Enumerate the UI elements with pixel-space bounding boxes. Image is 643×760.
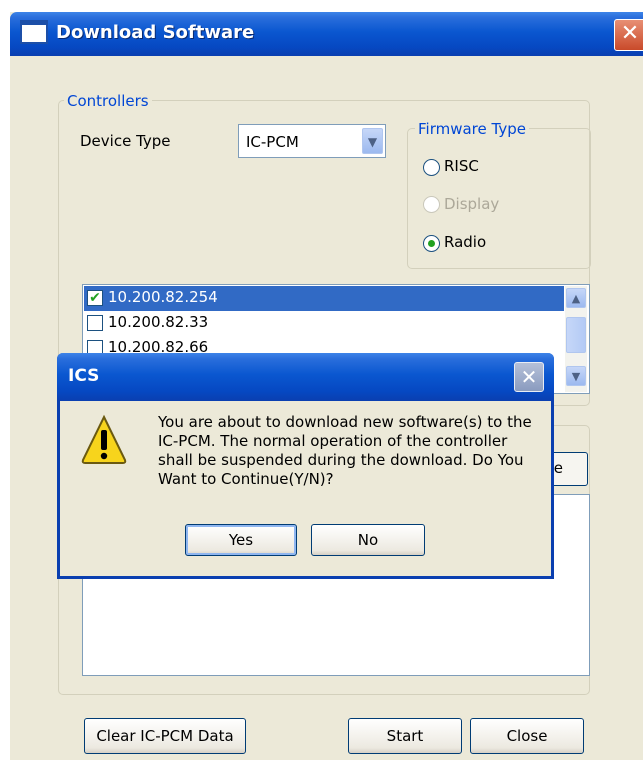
dialog-close-button[interactable]: ✕ [514,362,544,392]
radio-selected-dot [428,240,435,247]
list-item-ip: 10.200.82.33 [108,313,209,331]
scroll-up-icon[interactable]: ▲ [566,288,586,308]
list-item[interactable]: ✔ 10.200.82.254 [84,286,564,311]
chevron-down-icon[interactable]: ▼ [362,128,383,154]
scroll-down-icon[interactable]: ▼ [566,366,586,386]
yes-button[interactable]: Yes [185,524,297,556]
dialog-titlebar[interactable] [57,353,554,401]
dialog-message-line: shall be suspended during the download. … [158,451,524,469]
list-item-checkbox[interactable] [87,315,103,331]
controllers-legend: Controllers [64,92,152,110]
device-type-label: Device Type [80,132,171,150]
firmware-type-legend: Firmware Type [415,120,529,138]
radio-display-label: Display [444,195,500,213]
device-type-value: IC-PCM [246,133,299,151]
dialog-title: ICS [68,366,100,386]
dialog-message: You are about to download new software(s… [158,413,546,489]
window-close-button[interactable]: ✕ [614,19,643,51]
window-icon [20,20,48,44]
dialog-message-line: You are about to download new software(s… [158,413,532,431]
close-button[interactable]: Close [470,718,584,754]
list-item[interactable]: 10.200.82.33 [84,311,564,336]
radio-risc[interactable] [423,159,440,176]
window-title: Download Software [56,22,255,43]
dialog-message-line: Want to Continue(Y/N)? [158,470,334,488]
list-item-checkbox[interactable]: ✔ [87,290,103,306]
radio-radio[interactable] [423,235,440,252]
no-button[interactable]: No [311,524,425,556]
radio-display [423,196,440,213]
scroll-thumb[interactable] [566,317,586,353]
warning-icon [81,414,127,464]
dialog-message-line: IC-PCM. The normal operation of the cont… [158,432,508,450]
radio-radio-label[interactable]: Radio [444,233,486,251]
radio-risc-label[interactable]: RISC [444,157,479,175]
clear-data-button[interactable]: Clear IC-PCM Data [84,718,246,754]
list-item-ip: 10.200.82.254 [108,288,218,306]
start-button[interactable]: Start [348,718,462,754]
